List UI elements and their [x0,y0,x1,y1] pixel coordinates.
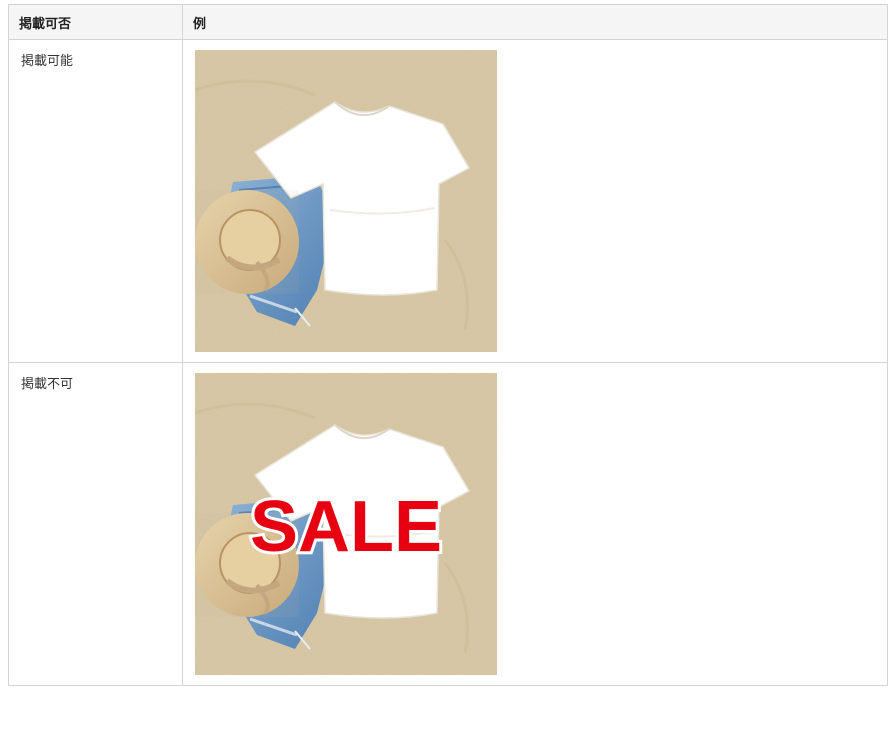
guideline-table: 掲載可否 例 掲載可能 掲載不可 SALE [8,4,888,686]
example-cell-not-allowed: SALE [182,362,888,686]
header-example: 例 [182,4,888,40]
status-cell-not-allowed: 掲載不可 [8,362,183,686]
table-header-row: 掲載可否 例 [8,4,888,40]
example-photo-not-allowed: SALE [195,373,497,675]
header-availability: 掲載可否 [8,4,183,40]
table-row: 掲載不可 SALE [8,362,888,686]
sale-overlay-text: SALE [250,487,442,567]
table-row: 掲載可能 [8,39,888,363]
example-photo-allowed [195,50,497,352]
status-cell-allowed: 掲載可能 [8,39,183,363]
example-cell-allowed [182,39,888,363]
